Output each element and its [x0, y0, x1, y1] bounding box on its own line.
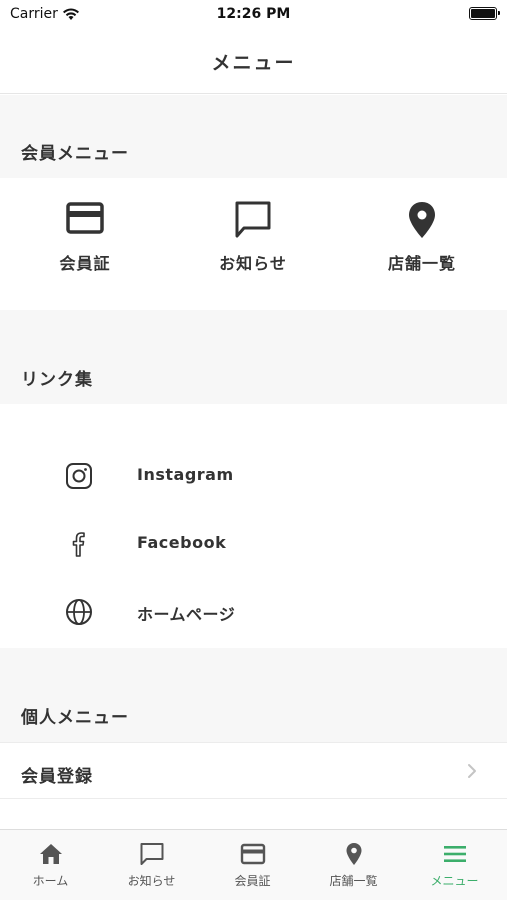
personal-menu-list: 会員登録: [0, 742, 507, 829]
personal-menu-section-header: 個人メニュー: [0, 648, 507, 742]
list-item-member-registration[interactable]: 会員登録: [0, 742, 507, 798]
map-pin-icon: [346, 843, 361, 865]
chat-icon: [140, 843, 163, 865]
battery-icon: [469, 7, 500, 20]
link-label: ホームページ: [137, 605, 236, 624]
section-title-personal-menu: 個人メニュー: [21, 708, 129, 728]
chevron-right-icon: [467, 763, 477, 783]
facebook-icon: [64, 529, 94, 563]
link-instagram[interactable]: Instagram: [0, 447, 507, 503]
map-pin-icon: [409, 202, 435, 238]
tab-label: 店舗一覧: [329, 874, 378, 888]
card-icon: [66, 202, 104, 234]
links-list: Instagram Facebook ホームページ: [0, 404, 507, 648]
tab-bar: ホーム お知らせ 会員証 店舗一覧 メニュー: [0, 829, 507, 900]
tab-label: お知らせ: [127, 874, 176, 888]
member-menu-section-header: 会員メニュー: [0, 95, 507, 178]
navigation-bar: メニュー: [0, 30, 507, 94]
chat-icon: [235, 201, 271, 238]
grid-item-store-list[interactable]: 店舗一覧: [362, 200, 482, 274]
link-label: Facebook: [137, 533, 227, 552]
tab-store-list[interactable]: 店舗一覧: [303, 830, 404, 900]
tab-news[interactable]: お知らせ: [101, 830, 202, 900]
tab-label: ホーム: [32, 874, 69, 888]
link-facebook[interactable]: Facebook: [0, 515, 507, 571]
card-icon: [240, 843, 265, 865]
tab-membership-card[interactable]: 会員証: [202, 830, 303, 900]
section-title-member-menu: 会員メニュー: [21, 144, 129, 164]
section-title-links: リンク集: [21, 370, 93, 390]
instagram-icon: [64, 461, 94, 495]
clock: 12:26 PM: [216, 6, 291, 22]
tab-home[interactable]: ホーム: [0, 830, 101, 900]
list-item-label: 会員登録: [21, 767, 93, 787]
grid-item-membership-card[interactable]: 会員証: [25, 200, 145, 274]
link-homepage[interactable]: ホームページ: [0, 583, 507, 639]
tab-label: 会員証: [234, 874, 271, 888]
globe-icon: [64, 597, 94, 631]
home-icon: [39, 844, 62, 864]
status-bar: Carrier 12:26 PM: [0, 0, 507, 30]
link-label: Instagram: [137, 465, 234, 484]
page-title: メニュー: [211, 52, 296, 74]
grid-item-label: お知らせ: [219, 254, 287, 273]
links-section-header: リンク集: [0, 310, 507, 404]
grid-item-label: 店舗一覧: [387, 254, 456, 273]
grid-item-label: 会員証: [59, 254, 111, 273]
member-menu-grid: 会員証 お知らせ 店舗一覧: [0, 178, 507, 310]
tab-menu[interactable]: メニュー: [404, 830, 505, 900]
tab-label: メニュー: [430, 874, 479, 888]
grid-item-news[interactable]: お知らせ: [193, 200, 313, 274]
menu-icon: [443, 846, 466, 862]
